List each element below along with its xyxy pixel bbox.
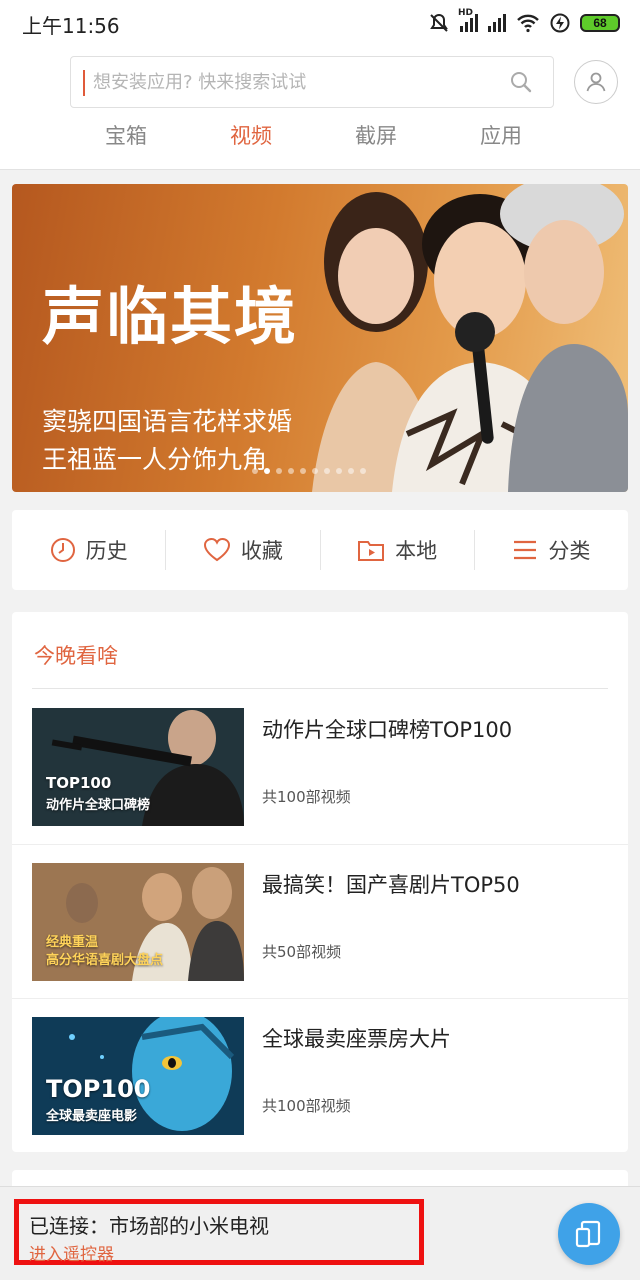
tab-bar: 宝箱 视频 截屏 应用 (0, 118, 640, 158)
recommendation-title: 最搞笑！国产喜剧片TOP50 (262, 873, 520, 897)
clock-icon (50, 538, 75, 562)
pagination-dot (336, 468, 342, 474)
pagination-dot (276, 468, 282, 474)
recommendation-count: 共100部视频 (262, 788, 351, 806)
recommendation-item[interactable]: TOP100 动作片全球口碑榜 动作片全球口碑榜TOP100 共100部视频 (12, 690, 628, 844)
text-cursor (83, 70, 85, 96)
remote-control-link[interactable]: 进入遥控器 (29, 1240, 114, 1265)
devices-icon (575, 1220, 601, 1248)
quick-item-favorites[interactable]: 收藏 (166, 530, 321, 570)
section-title: 今晚看啥 (34, 644, 118, 668)
heart-icon (203, 537, 230, 562)
pagination-dot-active (264, 468, 270, 474)
pagination-dot (312, 468, 318, 474)
recommendation-title: 全球最卖座票房大片 (262, 1027, 451, 1051)
quick-item-local[interactable]: 本地 (321, 530, 475, 570)
thumbnail-caption-1: TOP100 (46, 1075, 151, 1103)
tab-screenshot[interactable]: 截屏 (326, 120, 426, 150)
thumbnail-caption-2: 动作片全球口碑榜 (46, 798, 151, 813)
quick-item-label: 本地 (395, 539, 438, 563)
list-icon (514, 540, 537, 560)
recommendation-count: 共100部视频 (262, 1097, 351, 1115)
pagination-dot (288, 468, 294, 474)
quick-item-history[interactable]: 历史 (12, 530, 167, 570)
quick-item-label: 收藏 (240, 539, 283, 563)
connection-info[interactable]: 已连接：市场部的小米电视 进入遥控器 (14, 1199, 424, 1265)
search-icon[interactable] (509, 70, 533, 94)
pagination-dot (300, 468, 306, 474)
quick-item-label: 历史 (85, 539, 128, 563)
recommendation-thumbnail: TOP100 动作片全球口碑榜 (32, 708, 244, 826)
recommendation-item[interactable]: TOP100 全球最卖座电影 全球最卖座票房大片 共100部视频 (12, 998, 628, 1152)
thumbnail-caption-1: TOP100 (46, 774, 112, 792)
quick-item-categories[interactable]: 分类 (475, 530, 628, 570)
divider (32, 688, 608, 689)
banner-subtitle-line-2: 王祖蓝一人分饰九角 (42, 445, 268, 474)
user-avatar-button[interactable] (574, 60, 618, 104)
recommendation-thumbnail: 经典重温 高分华语喜剧大盘点 (32, 863, 244, 981)
thumbnail-caption-1: 经典重温 (46, 935, 99, 950)
featured-banner[interactable]: 声临其境 窦骁四国语言花样求婚 王祖蓝一人分饰九角 (12, 184, 628, 492)
folder-play-icon (358, 541, 385, 561)
pagination-dot (252, 468, 258, 474)
search-input[interactable] (93, 57, 493, 107)
banner-title: 声临其境 (42, 280, 299, 353)
remote-control-button[interactable] (558, 1203, 620, 1265)
pagination-dot (360, 468, 366, 474)
banner-pagination (252, 468, 366, 474)
user-icon (586, 72, 606, 92)
charging-icon (550, 13, 570, 33)
network-type-label: HD (458, 8, 474, 18)
thumbnail-caption-2: 全球最卖座电影 (46, 1109, 138, 1124)
thumbnail-caption-2: 高分华语喜剧大盘点 (46, 953, 164, 968)
recommendation-count: 共50部视频 (262, 943, 342, 961)
hd-signal-icon: HD (458, 8, 478, 32)
recommendation-thumbnail: TOP100 全球最卖座电影 (32, 1017, 244, 1135)
status-time: 上午11:56 (22, 14, 120, 38)
recommendation-item[interactable]: 经典重温 高分华语喜剧大盘点 最搞笑！国产喜剧片TOP50 共50部视频 (12, 844, 628, 998)
quick-menu: 历史 收藏 本地 分类 (12, 510, 628, 590)
tab-apps[interactable]: 应用 (451, 120, 551, 150)
tab-video[interactable]: 视频 (201, 120, 301, 150)
search-box[interactable] (70, 56, 554, 108)
battery-indicator: 68 (580, 14, 620, 32)
connection-bar: 已连接：市场部的小米电视 进入遥控器 (0, 1186, 640, 1280)
pagination-dot (348, 468, 354, 474)
banner-hosts-image (312, 184, 628, 492)
signal-icon (488, 14, 506, 32)
tonight-section: 今晚看啥 TOP100 动作片全球口碑榜 动作片全球口碑榜TOP100 共100… (12, 612, 628, 1152)
pagination-dot (324, 468, 330, 474)
status-icons: HD 68 (428, 8, 620, 34)
status-bar: 上午11:56 HD 68 (0, 0, 640, 46)
mute-bell-icon (430, 13, 448, 32)
connection-status: 已连接：市场部的小米电视 (29, 1214, 269, 1238)
quick-item-label: 分类 (548, 539, 591, 563)
banner-subtitle-line-1: 窦骁四国语言花样求婚 (42, 407, 293, 436)
wifi-icon (517, 14, 539, 33)
tab-baoxiang[interactable]: 宝箱 (76, 120, 176, 150)
header: 宝箱 视频 截屏 应用 (0, 46, 640, 170)
recommendation-title: 动作片全球口碑榜TOP100 (262, 718, 513, 742)
